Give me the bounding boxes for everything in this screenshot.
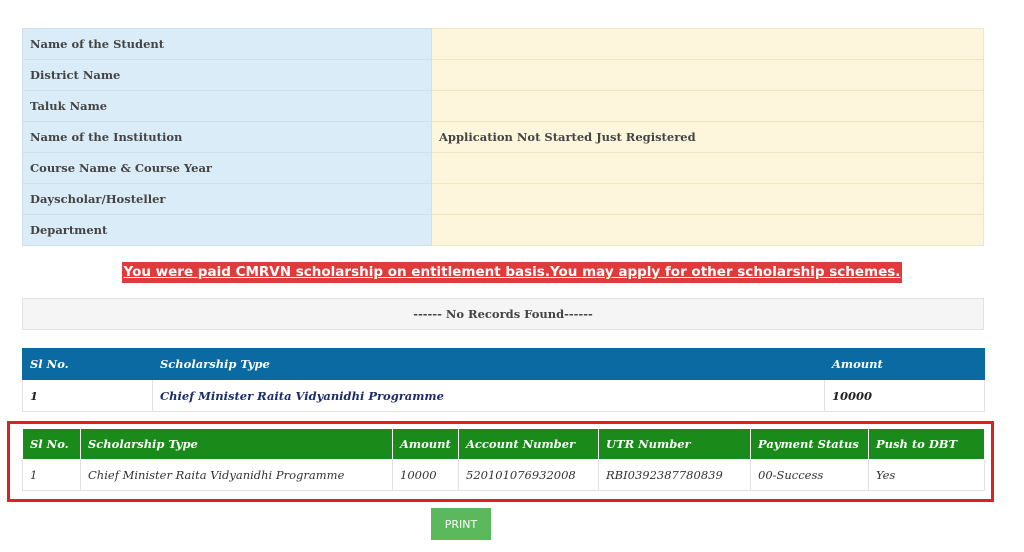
column-header: Account Number [458, 428, 599, 460]
detail-value [431, 152, 984, 184]
column-header: Amount [392, 428, 459, 460]
detail-value [431, 28, 984, 60]
column-header: Scholarship Type [152, 348, 825, 380]
table-row: 1 Chief Minister Raita Vidyanidhi Progra… [22, 459, 985, 491]
table-cell: Chief Minister Raita Vidyanidhi Programm… [80, 459, 393, 491]
detail-value [431, 183, 984, 215]
payment-table: Sl No. Scholarship Type Amount Account N… [22, 428, 985, 491]
print-button[interactable]: PRINT [431, 508, 491, 540]
detail-label: Name of the Student [22, 28, 432, 60]
table-cell: Yes [868, 459, 985, 491]
column-header: Scholarship Type [80, 428, 393, 460]
column-header: UTR Number [598, 428, 751, 460]
detail-label: Taluk Name [22, 90, 432, 122]
detail-label: Department [22, 214, 432, 246]
column-header: Sl No. [22, 348, 153, 380]
table-cell: 10000 [824, 379, 985, 412]
table-cell: 1 [22, 459, 81, 491]
detail-label: Dayscholar/Hosteller [22, 183, 432, 215]
column-header: Amount [824, 348, 985, 380]
detail-label: Name of the Institution [22, 121, 432, 153]
table-row: 1 Chief Minister Raita Vidyanidhi Progra… [22, 379, 985, 412]
table-row: Dayscholar/Hosteller [22, 183, 984, 215]
column-header: Sl No. [22, 428, 81, 460]
column-header: Payment Status [750, 428, 869, 460]
table-row: Name of the Student [22, 28, 984, 60]
table-row: Taluk Name [22, 90, 984, 122]
table-row: Course Name & Course Year [22, 152, 984, 184]
table-cell: 10000 [392, 459, 459, 491]
table-cell: 520101076932008 [458, 459, 599, 491]
table-cell: 00-Success [750, 459, 869, 491]
no-records-message: ------ No Records Found------ [22, 298, 984, 330]
table-header-row: Sl No. Scholarship Type Amount Account N… [22, 428, 985, 460]
notice-container: You were paid CMRVN scholarship on entit… [0, 261, 1024, 283]
table-header-row: Sl No. Scholarship Type Amount [22, 348, 985, 380]
table-row: Name of the Institution Application Not … [22, 121, 984, 153]
table-cell: Chief Minister Raita Vidyanidhi Programm… [152, 379, 825, 412]
column-header: Push to DBT [868, 428, 985, 460]
detail-value [431, 90, 984, 122]
table-row: Department [22, 214, 984, 246]
scholarship-notice: You were paid CMRVN scholarship on entit… [121, 262, 903, 283]
detail-label: District Name [22, 59, 432, 91]
table-cell: RBI0392387780839 [598, 459, 751, 491]
detail-value: Application Not Started Just Registered [431, 121, 984, 153]
detail-label: Course Name & Course Year [22, 152, 432, 184]
table-row: District Name [22, 59, 984, 91]
student-details-table: Name of the Student District Name Taluk … [22, 28, 984, 246]
detail-value [431, 214, 984, 246]
scholarship-table: Sl No. Scholarship Type Amount 1 Chief M… [22, 348, 985, 412]
detail-value [431, 59, 984, 91]
table-cell: 1 [22, 379, 153, 412]
